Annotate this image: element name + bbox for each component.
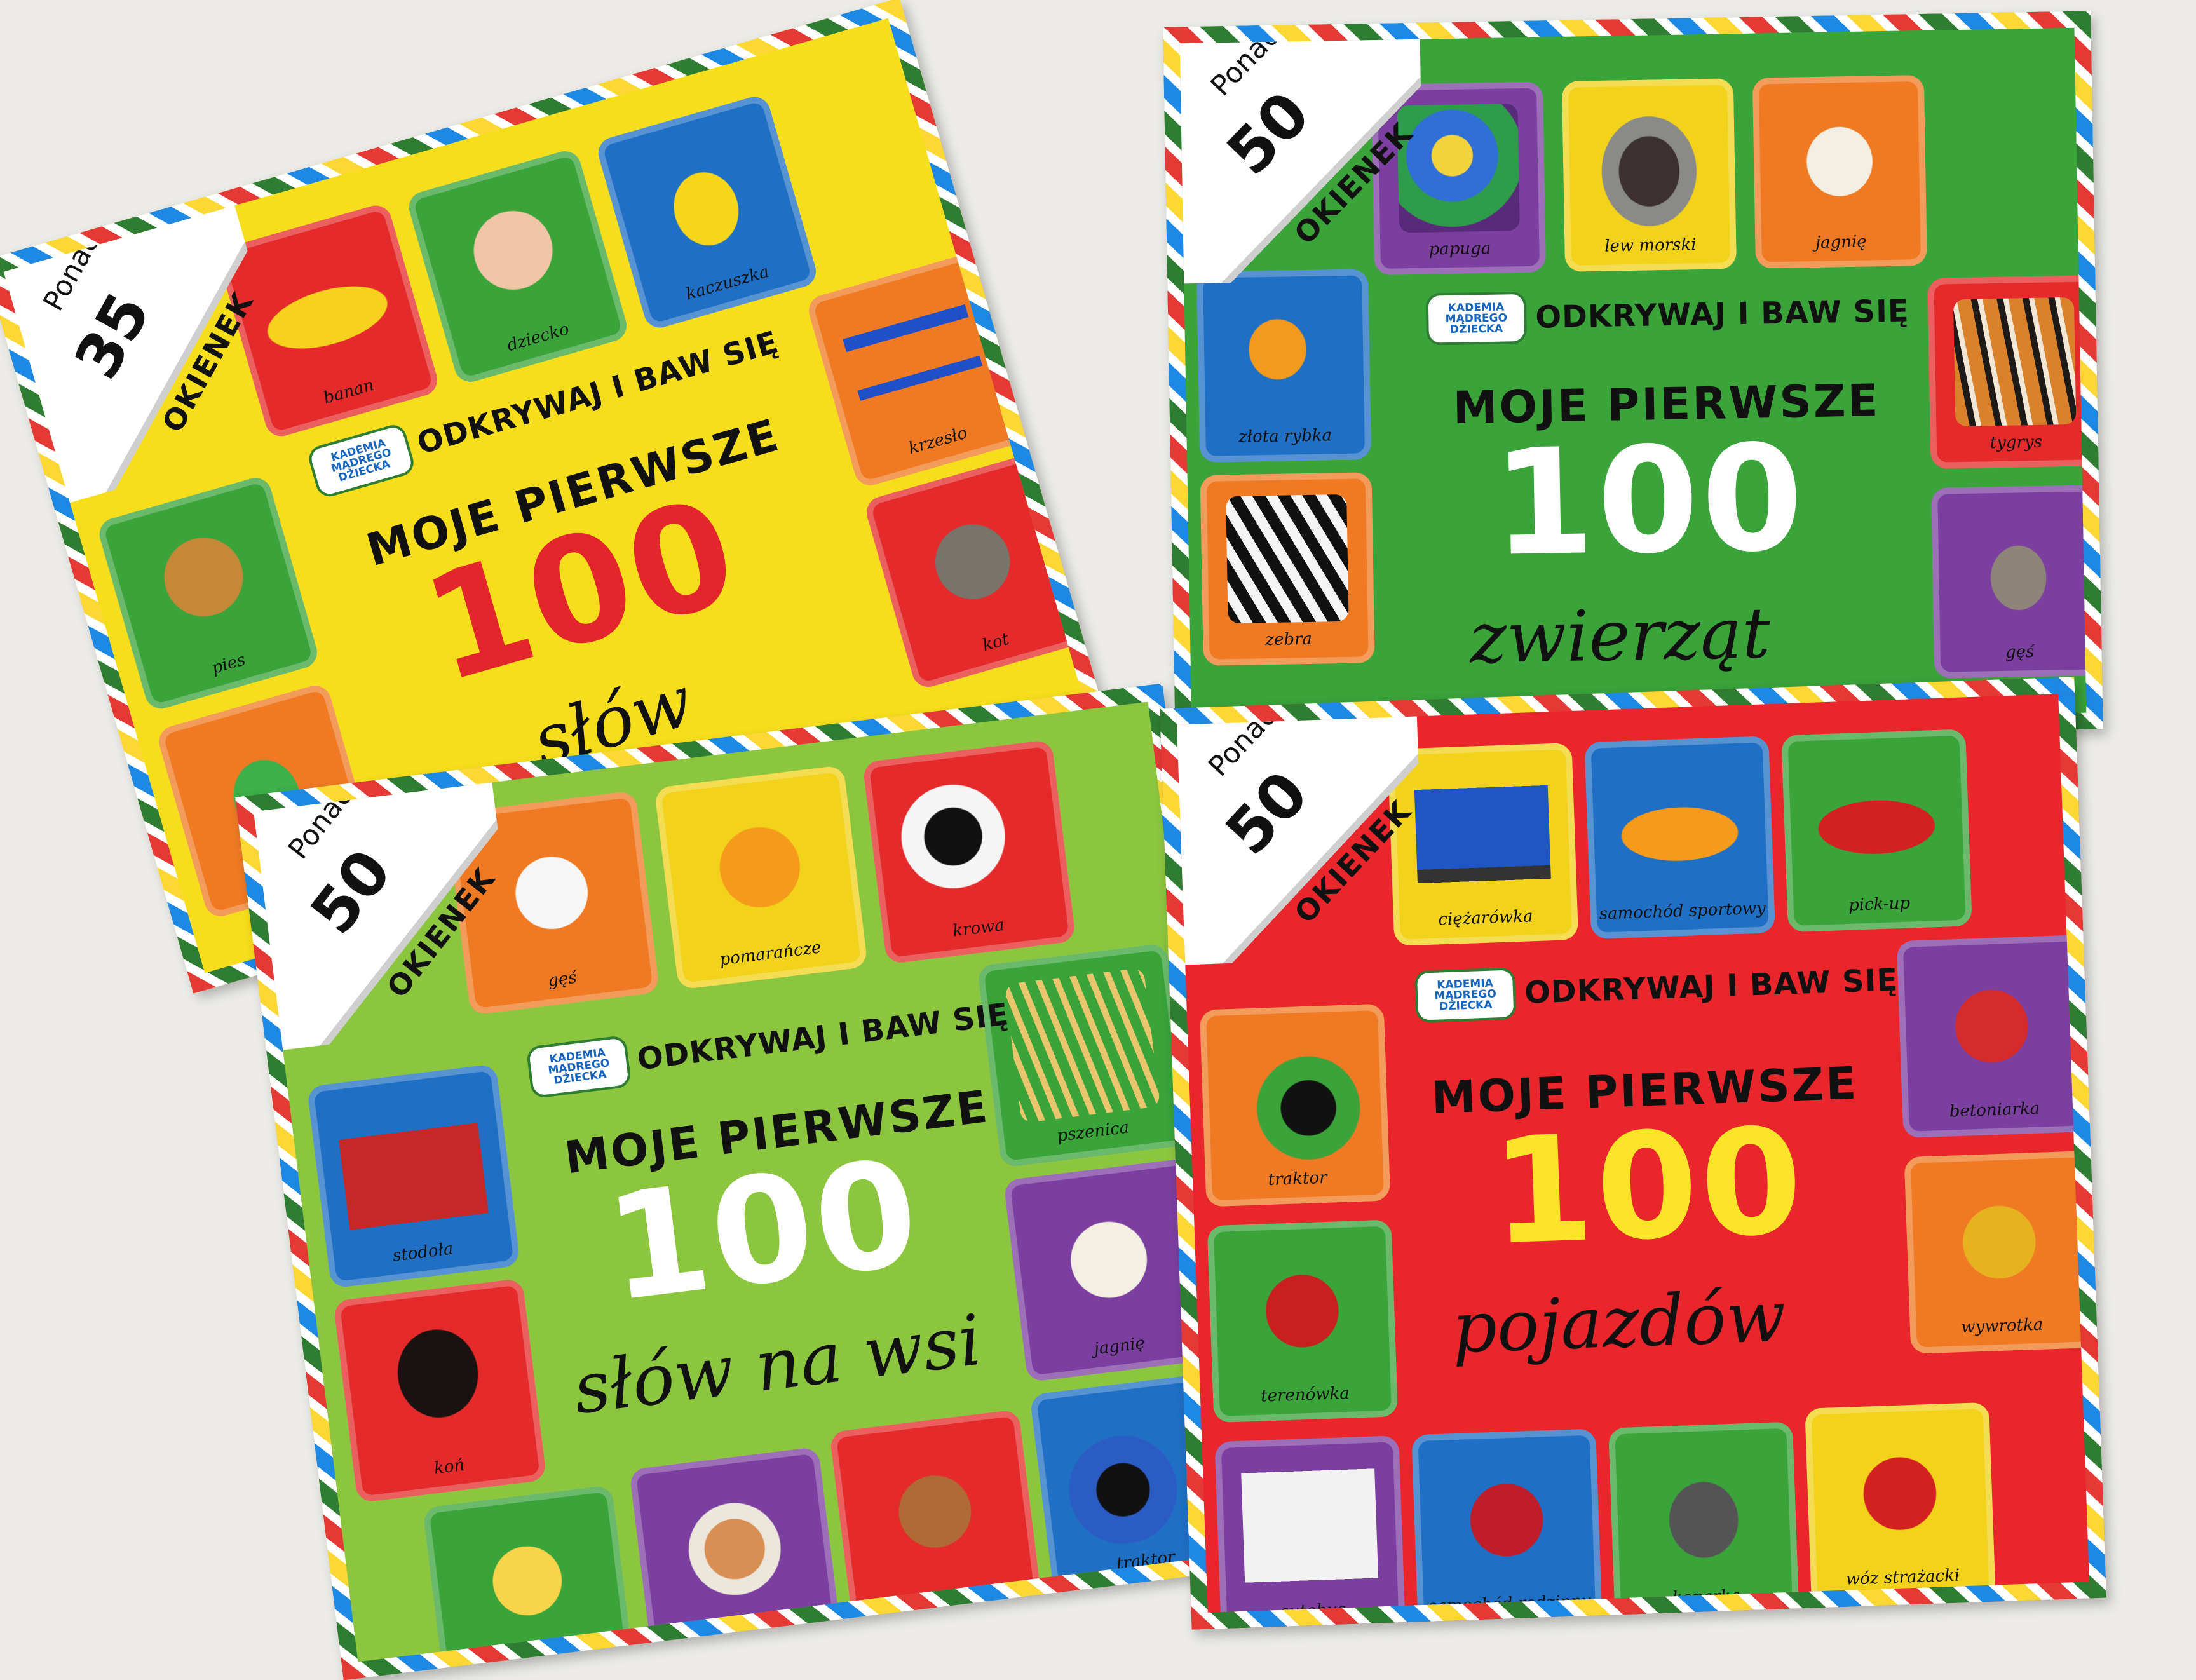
tile-label: złota rybka — [1238, 426, 1332, 447]
series-logo: KADEMIA MĄDREGO DZIECKA ODKRYWAJ I BAW SIĘ — [1425, 285, 1910, 346]
wheat-icon — [1005, 967, 1161, 1123]
orange-icon — [682, 789, 838, 945]
tile-ciele: cielę — [829, 1409, 1043, 1634]
tile-label: wóz strażacki — [1845, 1566, 1960, 1589]
minivan-icon — [1437, 1451, 1576, 1589]
tile-krowa: krowa — [862, 739, 1076, 965]
mixer-truck-icon — [1922, 957, 2061, 1095]
series-tagline: ODKRYWAJ I BAW SIĘ — [635, 996, 1011, 1078]
tile-stodola: stodoła — [306, 1063, 521, 1289]
baby-icon — [435, 175, 595, 339]
tile-kurczaczek: kurczaczek — [422, 1484, 635, 1662]
tile-label: zebra — [1264, 629, 1313, 650]
tile-kot: kot — [862, 452, 1088, 691]
horse-icon — [360, 1303, 517, 1459]
tile-label: betoniarka — [1949, 1099, 2040, 1121]
pickup-icon — [1807, 751, 1946, 890]
tile-zlota-rybka: złota rybka — [1196, 269, 1372, 463]
sports-car-icon — [1610, 758, 1749, 897]
jeep-icon — [1233, 1242, 1371, 1380]
tractor-icon — [1225, 1026, 1364, 1165]
tile-label: traktor — [1268, 1168, 1327, 1190]
tile-kaczuszka: kaczuszka — [594, 93, 820, 332]
tile-label: terenówka — [1260, 1383, 1350, 1406]
tiger-icon — [1953, 297, 2077, 427]
tile-wywrotka: wywrotka — [1904, 1150, 2089, 1354]
tile-label: gęś — [2005, 642, 2035, 662]
lamb-icon — [1031, 1182, 1187, 1338]
chick-icon — [450, 1509, 605, 1653]
tile-label: lew morski — [1604, 235, 1697, 256]
tile-ges: gęś — [1931, 485, 2087, 679]
tile-lew-morski: lew morski — [1561, 78, 1737, 272]
tile-terenowka: terenówka — [1207, 1219, 1399, 1423]
goose-icon — [1956, 506, 2080, 637]
cover-number: 100 — [1489, 1097, 1808, 1278]
tile-traktor: traktor — [1199, 1003, 1391, 1207]
lamb-icon — [1778, 97, 1901, 226]
sea-lion-icon — [1587, 100, 1711, 230]
tile-tygrys: tygrys — [1927, 275, 2087, 469]
window-count-corner: Ponad 50 OKIENEK — [1179, 28, 1425, 284]
tile-samochod-sportowy: samochód sportowy — [1584, 736, 1776, 940]
tile-label: samochód rodzinny — [1428, 1591, 1592, 1613]
zebra-icon — [1226, 494, 1349, 624]
akademia-logo: KADEMIA MĄDREGO DZIECKA — [525, 1034, 632, 1099]
tile-zebra: zebra — [1200, 472, 1375, 666]
tile-label: tygrys — [1989, 432, 2043, 453]
fire-truck-icon — [1831, 1425, 1969, 1563]
book-100-zwierzat: papuga lew morski jagnię złota rybka tyg… — [1163, 11, 2103, 745]
tile-label: koparka — [1672, 1586, 1741, 1608]
cat-icon — [893, 480, 1052, 644]
tile-label: autobus — [1278, 1600, 1346, 1613]
chair-icon — [835, 278, 994, 442]
tile-woz-strazacki: wóz strażacki — [1805, 1402, 1996, 1606]
dog-icon — [126, 501, 285, 665]
tile-label: ciężarówka — [1437, 907, 1533, 930]
barn-icon — [334, 1088, 491, 1244]
tile-pies: pies — [95, 474, 322, 713]
series-logo: KADEMIA MĄDREGO DZIECKA ODKRYWAJ I BAW SIĘ — [525, 988, 1012, 1099]
goldfish-icon — [1222, 290, 1346, 421]
tile-pomarancze: pomarańcze — [654, 764, 869, 990]
book-100-pojazdow: ciężarówka samochód sportowy pick-up tra… — [1160, 677, 2106, 1630]
cover-title-word: zwierząt — [1468, 592, 1771, 679]
akademia-logo: KADEMIA MĄDREGO DZIECKA — [1425, 291, 1528, 346]
tile-jagnie: jagnię — [1752, 74, 1927, 269]
tile-samochod-rodzinny: samochód rodzinny — [1411, 1428, 1603, 1613]
tile-dziecko: dziecko — [405, 147, 631, 386]
window-count-corner: Ponad 50 OKIENEK — [1177, 698, 1425, 965]
cover-number: 100 — [1491, 414, 1807, 589]
akademia-logo: KADEMIA MĄDREGO DZIECKA — [306, 422, 417, 500]
cover-title-word: pojazdów — [1451, 1275, 1787, 1369]
cow-icon — [890, 764, 1046, 920]
calf-icon — [857, 1433, 1013, 1590]
book-100-slow-na-wsi: gęś pomarańcze krowa pszenica stodoła ja… — [235, 683, 1271, 1680]
bus-icon — [1240, 1458, 1379, 1596]
tile-jajka: jajka — [628, 1446, 842, 1659]
tile-pszenica: pszenica — [977, 942, 1191, 1169]
excavator-icon — [1634, 1444, 1773, 1583]
series-logo: KADEMIA MĄDREGO DZIECKA ODKRYWAJ I BAW SIĘ — [1414, 954, 1899, 1023]
tile-kon: koń — [332, 1278, 547, 1503]
truck-icon — [1413, 765, 1552, 904]
tile-label: pick-up — [1848, 893, 1911, 915]
series-tagline: ODKRYWAJ I BAW SIĘ — [1535, 293, 1910, 335]
tile-label: samochód sportowy — [1599, 898, 1766, 924]
tile-autobus: autobus — [1214, 1435, 1406, 1613]
tile-label: jagnię — [1815, 232, 1867, 252]
tile-krzeslo: krzesło — [804, 250, 1031, 489]
duck-icon — [625, 121, 784, 285]
tile-koparka: koparka — [1608, 1421, 1800, 1613]
tile-label: wywrotka — [1960, 1315, 2043, 1338]
series-tagline: ODKRYWAJ I BAW SIĘ — [1524, 962, 1899, 1011]
dump-truck-icon — [1930, 1173, 2068, 1311]
eggs-icon — [656, 1471, 811, 1615]
tile-betoniarka: betoniarka — [1896, 935, 2088, 1139]
tile-pick-up: pick-up — [1781, 729, 1972, 933]
akademia-logo: KADEMIA MĄDREGO DZIECKA — [1414, 967, 1517, 1023]
window-count-corner: Ponad 50 OKIENEK — [254, 778, 522, 1050]
